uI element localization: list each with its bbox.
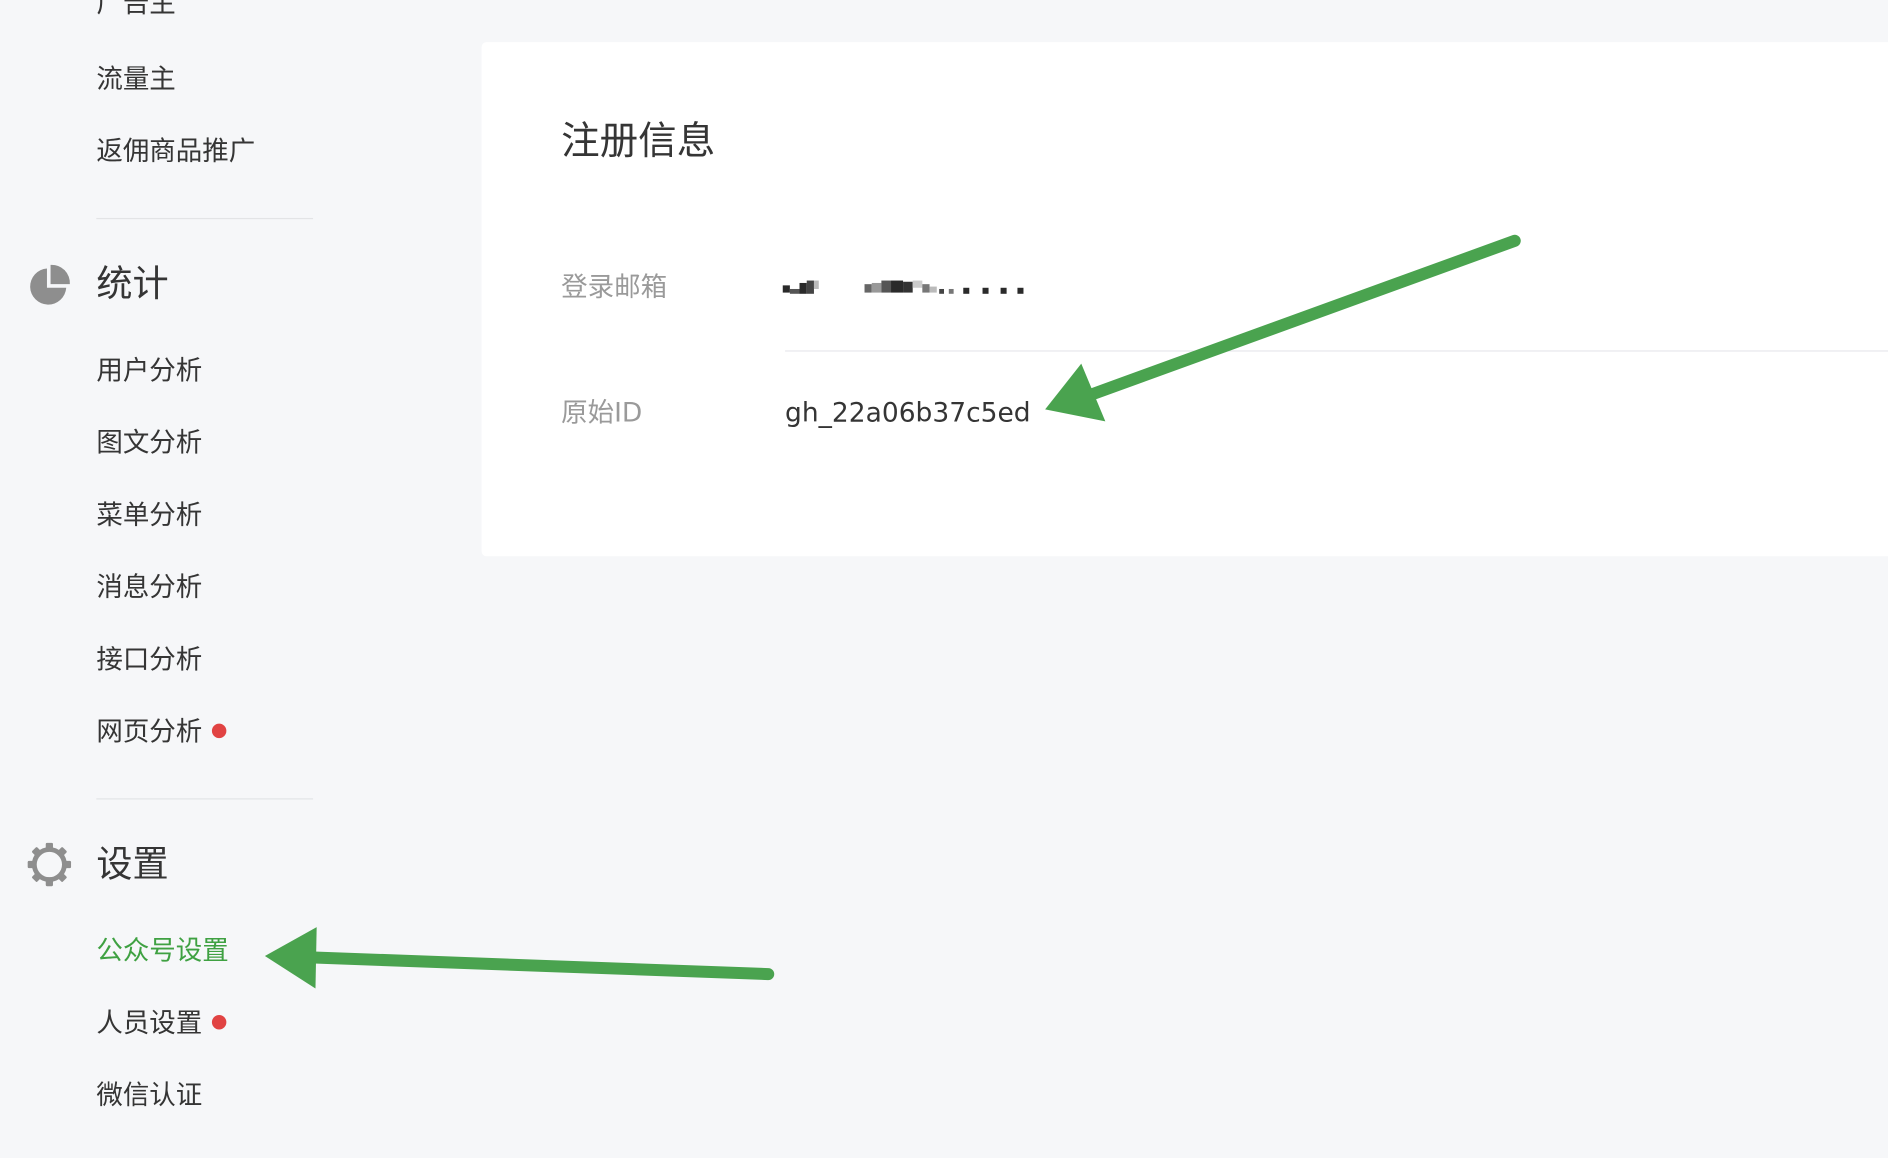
annotation-arrows — [264, 234, 1521, 989]
arrow-to-account-settings — [264, 927, 775, 989]
arrow-to-original-id — [1045, 234, 1521, 422]
page: 广告主 流量主 返佣商品推广 统计 用户分析 图文分析 菜单分析 消息分析 接口… — [0, 0, 1888, 1158]
